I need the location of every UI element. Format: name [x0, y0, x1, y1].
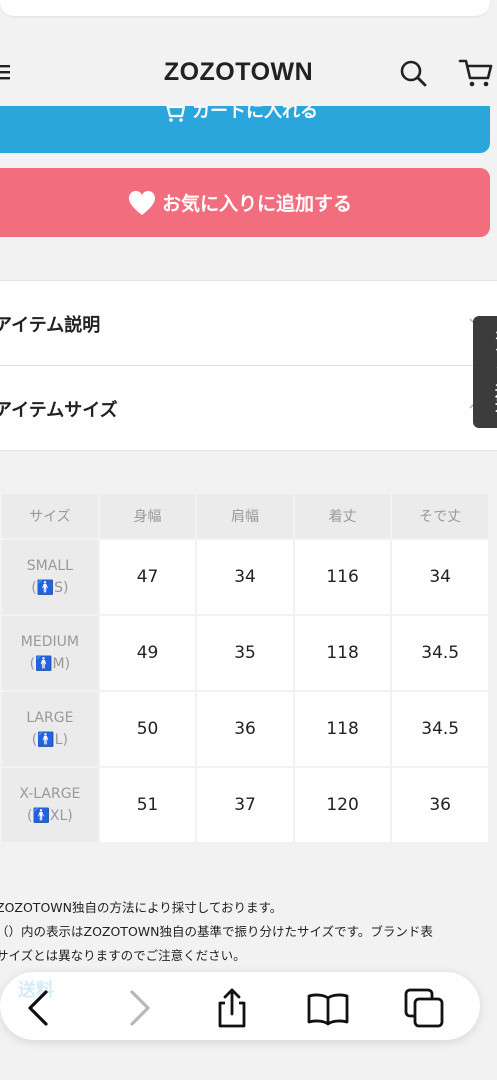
- table-cell: 118: [294, 692, 391, 766]
- size-name: X-LARGE: [19, 786, 81, 802]
- back-icon: [28, 990, 48, 1026]
- column-header: そで丈: [392, 494, 488, 538]
- table-cell: 36: [392, 768, 488, 842]
- table-cell: 49: [99, 616, 196, 690]
- table-cell: 51: [99, 768, 196, 842]
- size-label-cell: LARGE (🚹L): [2, 692, 98, 766]
- table-row: MEDIUM (🚹M) 49 35 118 34.5: [2, 616, 488, 690]
- table-cell: 37: [197, 768, 293, 842]
- person-icon: 🚹: [36, 580, 55, 596]
- table-row: LARGE (🚹L) 50 36 118 34.5: [2, 692, 488, 766]
- table-cell: 34.5: [392, 616, 488, 690]
- previous-card-edge: [0, 0, 490, 16]
- table-cell: 36: [197, 692, 293, 766]
- note-line: （）内の表示はZOZOTOWN独自の基準で振り分けたサイズです。ブランド表: [0, 924, 433, 939]
- size-tag: (🚹M): [29, 656, 71, 672]
- forward-button[interactable]: [116, 986, 160, 1030]
- table-cell: 116: [294, 540, 391, 614]
- add-to-cart-label: カートに入れる: [192, 106, 318, 122]
- tabs-button[interactable]: [402, 986, 446, 1030]
- add-to-cart-button[interactable]: カートに入れる: [0, 106, 490, 153]
- table-row: SMALL (🚹S) 47 34 116 34: [2, 540, 488, 614]
- table-cell: 120: [294, 768, 391, 842]
- person-icon: 🚹: [37, 732, 55, 748]
- share-icon: [218, 988, 246, 1028]
- table-row: X-LARGE (🚹XL) 51 37 120 36: [2, 768, 488, 842]
- forward-icon: [130, 990, 150, 1026]
- size-label-cell: MEDIUM (🚹M): [2, 616, 98, 690]
- size-tag: (🚹XL): [26, 808, 73, 824]
- add-to-favorites-button[interactable]: お気に入りに追加する: [0, 168, 490, 237]
- table-cell: 34: [197, 540, 293, 614]
- search-icon[interactable]: [398, 58, 428, 88]
- cart-icon: [166, 106, 186, 122]
- size-name: LARGE: [26, 710, 74, 726]
- size-tag: (🚹L): [31, 732, 68, 748]
- table-cell: 47: [99, 540, 196, 614]
- table-cell: 34.5: [392, 692, 488, 766]
- note-line: サイズとは異なりますのでご注意ください。: [0, 948, 246, 963]
- person-icon: 🚹: [32, 808, 50, 824]
- table-cell: 34: [392, 540, 488, 614]
- accordion-item-description[interactable]: アイテム説明: [0, 281, 497, 366]
- table-cell: 35: [197, 616, 293, 690]
- points-side-tab[interactable]: ポイント還元: [473, 316, 497, 428]
- size-name: SMALL: [26, 558, 73, 574]
- person-icon: 🚹: [35, 656, 53, 672]
- share-button[interactable]: [210, 986, 254, 1030]
- tabs-icon: [404, 988, 444, 1028]
- cart-icon[interactable]: [458, 56, 494, 88]
- accordion-label: アイテム説明: [0, 315, 101, 336]
- column-header: サイズ: [2, 494, 98, 538]
- size-label-cell: X-LARGE (🚹XL): [2, 768, 98, 842]
- heart-icon: [128, 190, 155, 215]
- browser-toolbar: 送料: [0, 972, 480, 1040]
- column-header: 着丈: [294, 494, 391, 538]
- accordion-item-size[interactable]: アイテムサイズ: [0, 366, 497, 451]
- site-header: ZOZOTOWN: [0, 40, 497, 106]
- table-header-row: サイズ 身幅 肩幅 着丈 そで丈: [2, 494, 488, 538]
- bookmarks-button[interactable]: [306, 986, 350, 1030]
- note-line: ZOZOTOWN独自の方法により採寸しております。: [0, 900, 283, 915]
- size-notes: ZOZOTOWN独自の方法により採寸しております。 （）内の表示はZOZOTOW…: [0, 896, 493, 968]
- size-tag: (🚹S): [31, 580, 69, 596]
- table-cell: 50: [99, 692, 196, 766]
- add-to-favorites-label: お気に入りに追加する: [161, 193, 352, 215]
- size-table: サイズ 身幅 肩幅 着丈 そで丈 SMALL (🚹S) 47 34 116 34: [0, 492, 490, 844]
- back-button[interactable]: [18, 986, 62, 1030]
- bookmarks-icon: [307, 993, 349, 1026]
- accordion-label: アイテムサイズ: [0, 400, 118, 421]
- column-header: 身幅: [99, 494, 196, 538]
- size-table-section: サイズ 身幅 肩幅 着丈 そで丈 SMALL (🚹S) 47 34 116 34: [0, 492, 490, 844]
- item-info-accordion: アイテム説明 アイテムサイズ: [0, 280, 497, 451]
- column-header: 肩幅: [197, 494, 293, 538]
- size-label-cell: SMALL (🚹S): [2, 540, 98, 614]
- size-name: MEDIUM: [20, 634, 79, 650]
- table-cell: 118: [294, 616, 391, 690]
